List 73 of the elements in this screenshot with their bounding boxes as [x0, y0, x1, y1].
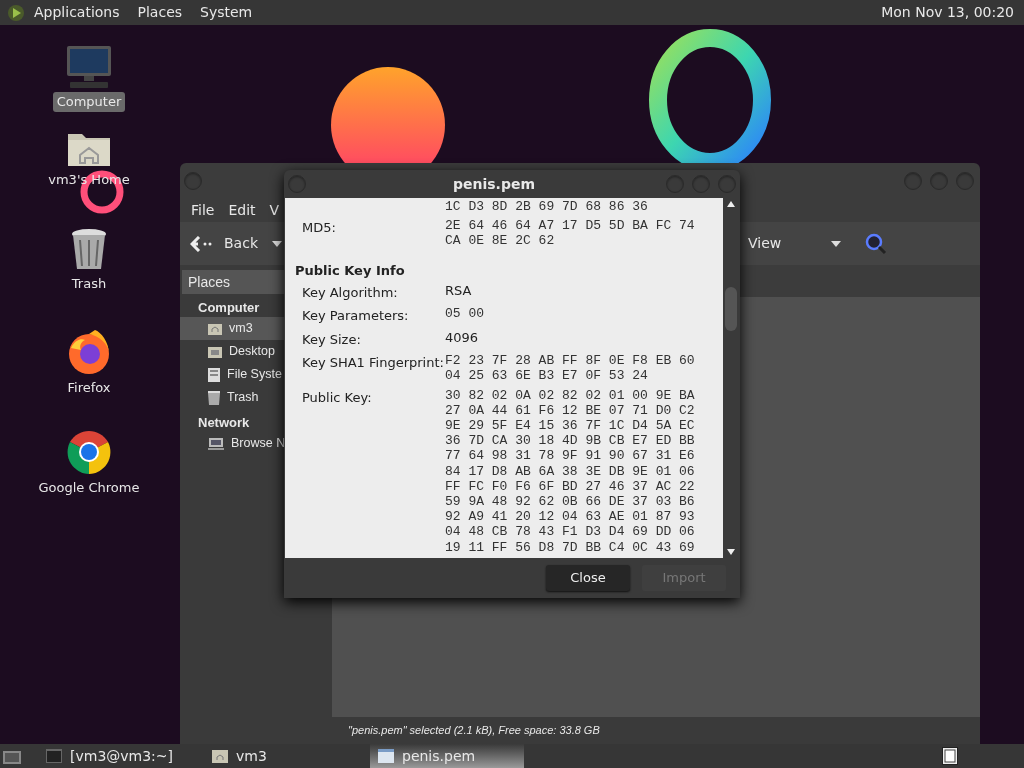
tricolor-circle-icon — [65, 428, 113, 476]
sidebar-item[interactable]: Browse N — [180, 432, 332, 455]
window-title: penis.pem — [451, 174, 536, 194]
field-label: MD5: — [302, 220, 336, 236]
sidebar-item-label: Desktop — [229, 343, 275, 361]
taskbar-item[interactable]: penis.pem — [370, 744, 524, 768]
field-value: 36 7D CA 30 18 4D 9B CB E7 ED BB — [445, 433, 695, 449]
trash-can-icon — [208, 390, 220, 405]
field-label: Key SHA1 Fingerprint: — [302, 355, 444, 371]
menu-item[interactable]: File — [191, 199, 215, 221]
sidebar-item-label: Trash — [227, 389, 259, 407]
menu-item[interactable]: V — [269, 199, 280, 221]
desktop-icon — [208, 345, 222, 358]
field-value: 84 17 D8 AB 6A 38 3E DB 9E 01 06 — [445, 463, 695, 479]
back-arrow-icon — [190, 235, 212, 252]
field-value: 27 0A 44 61 F6 12 BE 07 71 D0 C2 — [445, 402, 695, 418]
field-value: 1C D3 8D 2B 69 7D 68 86 36 — [445, 199, 648, 215]
desktop-icon-label[interactable]: Google Chrome — [34, 478, 144, 498]
workspace-icon[interactable] — [942, 747, 958, 765]
scroll-thumb[interactable] — [725, 287, 737, 331]
panel-menu[interactable]: System — [200, 2, 253, 23]
field-value: 4096 — [445, 329, 479, 346]
play-logo-icon[interactable] — [6, 3, 26, 22]
field-label: Public Key: — [302, 389, 372, 405]
field-value: 04 25 63 6E B3 E7 0F 53 24 — [445, 368, 649, 384]
taskbar-item[interactable]: [vm3@vm3:~] — [38, 744, 192, 768]
search-icon[interactable] — [865, 232, 888, 255]
desktop-icon-label[interactable]: Trash — [67, 274, 111, 294]
field-value: 30 82 02 0A 02 82 02 01 00 9E BA — [445, 387, 695, 403]
menu-item[interactable]: Edit — [228, 199, 256, 221]
caret-icon — [831, 240, 842, 247]
window-icon — [378, 749, 394, 763]
desktop-icon-label[interactable]: Firefox — [63, 378, 115, 398]
scroll-up-icon[interactable] — [727, 201, 735, 207]
drive-icon — [208, 367, 220, 382]
show-desktop-icon[interactable] — [3, 748, 21, 764]
terminal-icon — [46, 749, 62, 763]
monitor-icon — [64, 44, 114, 90]
status-text: "penis.pem" selected (2.1 kB), Free space: 33.8 GB — [348, 723, 600, 739]
dialog-button[interactable]: Close — [546, 565, 630, 591]
taskbar-item-label: vm3 — [236, 746, 267, 766]
field-value: 04 48 CB 78 43 F1 D3 D4 69 DD 06 — [445, 524, 695, 540]
taskbar-item-label: [vm3@vm3:~] — [70, 746, 174, 766]
field-value: 77 64 98 31 78 9F 91 90 67 31 E6 — [445, 448, 695, 464]
field-value: 9E 29 5F E4 15 36 7F 1C D4 5A EC — [445, 417, 695, 434]
taskbar-item[interactable]: vm3 — [204, 744, 358, 768]
clock[interactable]: Mon Nov 13, 00:20 — [881, 2, 1014, 23]
caret-icon — [272, 240, 282, 247]
view-button[interactable]: View — [748, 233, 782, 254]
field-value: 92 A9 41 20 12 04 63 AE 01 87 93 — [445, 509, 695, 525]
sidebar-section-title: Computer — [198, 298, 260, 317]
sidebar-item-label: Browse N — [231, 435, 286, 453]
field-value: 05 00 — [445, 306, 484, 322]
home-folder-icon — [208, 322, 222, 335]
panel-menu[interactable]: Applications — [34, 2, 120, 23]
field-value: FF FC F0 F6 6F BD 27 46 37 AC 22 — [445, 478, 695, 494]
field-value: RSA — [445, 282, 472, 299]
trash-can-icon — [70, 228, 108, 272]
sidebar-section-title: Network — [198, 413, 250, 432]
taskbar-item-label: penis.pem — [402, 746, 476, 766]
sidebar-item-label: File Syste — [227, 366, 282, 384]
field-value: 59 9A 48 92 62 0B 66 DE 37 03 B6 — [445, 493, 695, 510]
sidebar-item-label: vm3 — [229, 320, 253, 338]
network-icon — [208, 437, 224, 450]
scroll-down-icon[interactable] — [727, 549, 735, 555]
home-folder-icon — [212, 749, 228, 763]
field-value: 2E 64 46 64 A7 17 D5 5D BA FC 74 — [445, 218, 695, 234]
field-value: F2 23 7F 28 AB FF 8F 0E F8 EB 60 — [445, 353, 695, 369]
field-value: 19 11 FF 56 D8 7D BB C4 0C 43 69 — [445, 539, 695, 555]
back-button[interactable]: Back — [190, 233, 258, 254]
panel-menu[interactable]: Places — [137, 2, 183, 23]
field-value: CA 0E 8E 2C 62 — [445, 233, 556, 249]
desktop-icon-label[interactable]: Computer — [52, 92, 126, 112]
